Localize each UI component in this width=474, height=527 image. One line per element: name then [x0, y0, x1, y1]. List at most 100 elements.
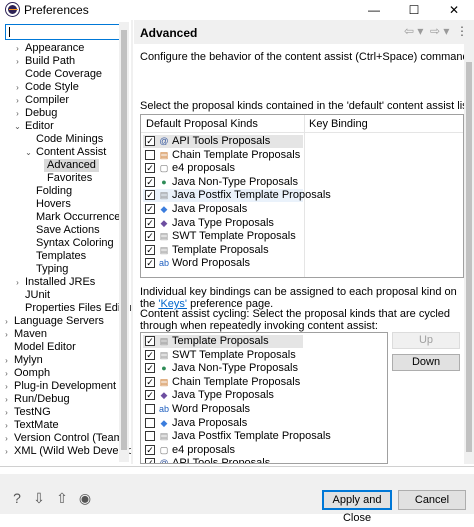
checkbox-checked[interactable]: ✓: [145, 390, 155, 401]
import-icon[interactable]: ⇩: [31, 490, 47, 506]
expand-icon[interactable]: ›: [2, 419, 11, 432]
minimize-button[interactable]: —: [354, 0, 394, 20]
expand-icon[interactable]: ›: [13, 94, 22, 107]
expand-icon[interactable]: ›: [2, 445, 11, 458]
checkbox-checked[interactable]: ✓: [145, 136, 155, 146]
expand-icon[interactable]: ›: [2, 354, 11, 367]
forward-arrow-icon[interactable]: ⇨ ▾: [430, 24, 449, 38]
expand-icon[interactable]: ›: [2, 315, 11, 328]
checkbox-checked[interactable]: ✓: [145, 376, 155, 387]
checkbox-checked[interactable]: ✓: [145, 244, 155, 255]
tree-item[interactable]: › Plug-in Development: [0, 380, 122, 393]
tree-item[interactable]: › Code Style: [0, 81, 122, 94]
proposal-row[interactable]: ✓ ▤ Chain Template Proposals: [143, 376, 303, 389]
sidebar-sash[interactable]: [131, 20, 133, 464]
back-arrow-icon[interactable]: ⇦ ▾: [404, 24, 423, 38]
expand-icon[interactable]: ›: [2, 328, 11, 341]
column-header-binding[interactable]: Key Binding: [309, 118, 368, 130]
proposal-row[interactable]: ▤ Chain Template Proposals: [143, 149, 303, 162]
tree-item[interactable]: Advanced: [0, 159, 122, 172]
proposal-row[interactable]: ✓ ◆ Java Type Proposals: [143, 217, 303, 230]
expand-icon[interactable]: ›: [13, 55, 22, 68]
tree-item[interactable]: Hovers: [0, 198, 122, 211]
tree-item[interactable]: ⌄ Editor: [0, 120, 122, 133]
tree-item[interactable]: › Compiler: [0, 94, 122, 107]
down-button[interactable]: Down: [392, 354, 460, 371]
sidebar-scroll-thumb[interactable]: [121, 30, 127, 450]
checkbox-checked[interactable]: ✓: [145, 190, 155, 201]
proposal-row[interactable]: ✓ ◆ Java Proposals: [143, 203, 303, 216]
proposal-row[interactable]: ✓ ▤ Template Proposals: [143, 335, 303, 348]
proposal-row[interactable]: ✓ ▢ e4 proposals: [143, 162, 303, 175]
tree-item[interactable]: › TextMate: [0, 419, 122, 432]
column-header-kinds[interactable]: Default Proposal Kinds: [146, 118, 258, 130]
collapse-icon[interactable]: ⌄: [24, 146, 33, 159]
close-button[interactable]: ✕: [434, 0, 474, 20]
proposal-row[interactable]: ▤ Java Postfix Template Proposals: [143, 430, 331, 443]
expand-icon[interactable]: ›: [13, 107, 22, 120]
filter-input[interactable]: [5, 24, 123, 40]
proposal-row[interactable]: ✓ ◆ Java Type Proposals: [143, 389, 303, 402]
up-button[interactable]: Up: [392, 332, 460, 349]
help-icon[interactable]: ?: [9, 490, 25, 506]
expand-icon[interactable]: ›: [2, 393, 11, 406]
page-scrollbar[interactable]: [464, 44, 474, 464]
tree-item[interactable]: › Language Servers: [0, 315, 122, 328]
tree-item[interactable]: › Run/Debug: [0, 393, 122, 406]
checkbox-unchecked[interactable]: [145, 149, 155, 160]
tree-item[interactable]: › Oomph: [0, 367, 122, 380]
sidebar-scrollbar[interactable]: [119, 22, 129, 462]
expand-icon[interactable]: ›: [13, 42, 22, 55]
checkbox-checked[interactable]: ✓: [145, 163, 155, 174]
tree-item[interactable]: Code Coverage: [0, 68, 122, 81]
menu-icon[interactable]: ⋮: [456, 24, 468, 38]
checkbox-checked[interactable]: ✓: [145, 349, 155, 360]
checkbox-unchecked[interactable]: [145, 431, 155, 442]
proposal-row[interactable]: ✓ ▢ e4 proposals: [143, 444, 303, 457]
cancel-button[interactable]: Cancel: [398, 490, 466, 510]
tree-item[interactable]: Properties Files Editor: [0, 302, 131, 315]
checkbox-checked[interactable]: ✓: [145, 176, 155, 187]
checkbox-checked[interactable]: ✓: [145, 231, 155, 242]
proposal-row[interactable]: ◆ Java Proposals: [143, 417, 303, 430]
checkbox-checked[interactable]: ✓: [145, 336, 155, 346]
tree-item[interactable]: › Installed JREs: [0, 276, 122, 289]
proposal-row[interactable]: ✓ @ API Tools Proposals: [143, 135, 303, 148]
page-scroll-thumb[interactable]: [466, 62, 472, 452]
checkbox-checked[interactable]: ✓: [145, 363, 155, 374]
checkbox-unchecked[interactable]: [145, 417, 155, 428]
tree-item[interactable]: Model Editor: [0, 341, 122, 354]
expand-icon[interactable]: ›: [2, 367, 11, 380]
apply-and-close-button[interactable]: Apply and Close: [322, 490, 392, 524]
collapse-icon[interactable]: ⌄: [13, 120, 22, 133]
tree-item[interactable]: › Maven: [0, 328, 122, 341]
tree-item[interactable]: › TestNG: [0, 406, 122, 419]
record-icon[interactable]: ◉: [77, 490, 93, 506]
tree-item[interactable]: › Build Path: [0, 55, 122, 68]
tree-item[interactable]: Mark Occurrences: [0, 211, 126, 224]
checkbox-checked[interactable]: ✓: [145, 458, 155, 463]
tree-item[interactable]: › Debug: [0, 107, 122, 120]
expand-icon[interactable]: ›: [13, 81, 22, 94]
expand-icon[interactable]: ›: [2, 380, 11, 393]
proposal-row[interactable]: ✓ @ API Tools Proposals: [143, 457, 303, 463]
proposal-row[interactable]: ✓ ▤ SWT Template Proposals: [143, 349, 303, 362]
tree-item[interactable]: ⌄ Content Assist: [0, 146, 122, 159]
proposal-row[interactable]: ✓ ab Word Proposals: [143, 257, 303, 270]
tree-item[interactable]: › Mylyn: [0, 354, 122, 367]
maximize-button[interactable]: ☐: [394, 0, 434, 20]
proposal-row[interactable]: ✓ ▤ Template Proposals: [143, 244, 303, 257]
proposal-row[interactable]: ✓ ● Java Non-Type Proposals: [143, 176, 303, 189]
checkbox-checked[interactable]: ✓: [145, 258, 155, 269]
checkbox-checked[interactable]: ✓: [145, 444, 155, 455]
proposal-row[interactable]: ✓ ▤ SWT Template Proposals: [143, 230, 303, 243]
expand-icon[interactable]: ›: [13, 276, 22, 289]
expand-icon[interactable]: ›: [2, 432, 11, 445]
tree-item[interactable]: Typing: [0, 263, 122, 276]
tree-item[interactable]: Templates: [0, 250, 122, 263]
proposal-row[interactable]: ✓ ▤ Java Postfix Template Proposals: [143, 189, 331, 203]
proposal-row[interactable]: ✓ ● Java Non-Type Proposals: [143, 362, 303, 375]
expand-icon[interactable]: ›: [2, 406, 11, 419]
tree-item[interactable]: Favorites: [0, 172, 122, 185]
tree-item[interactable]: Code Minings: [0, 133, 122, 146]
